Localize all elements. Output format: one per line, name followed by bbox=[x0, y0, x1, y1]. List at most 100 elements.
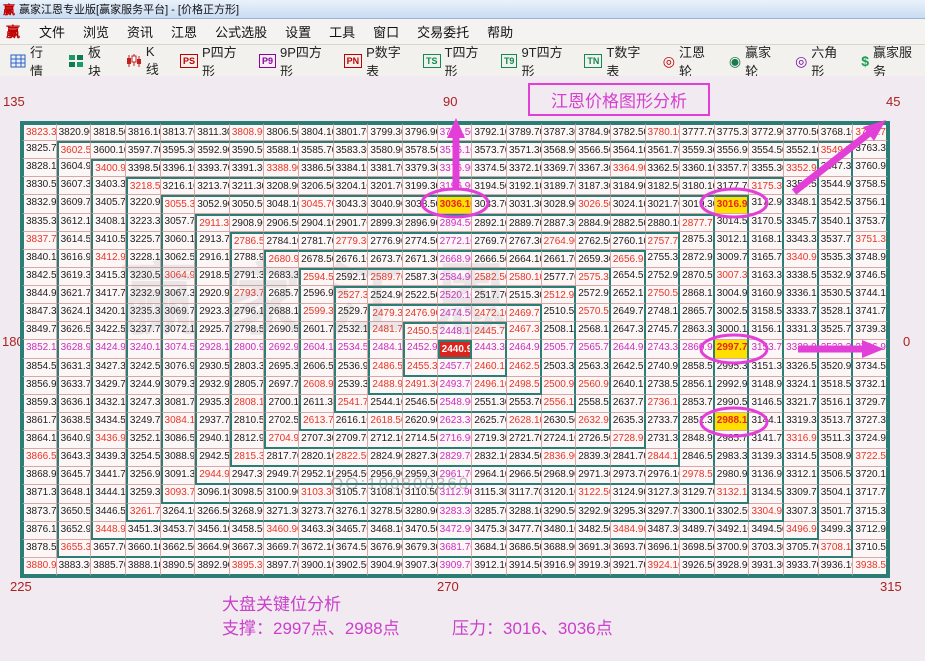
grid-cell: 3345.70 bbox=[784, 214, 819, 232]
grid-cell: 3472.90 bbox=[438, 522, 473, 540]
grid-cell: 3566.50 bbox=[576, 141, 611, 159]
grid-cell: 2913.70 bbox=[195, 232, 230, 250]
grid-cell: 2700.10 bbox=[264, 395, 299, 413]
grid-cell: 3132.10 bbox=[715, 485, 750, 503]
grid-cell: 2904.10 bbox=[299, 214, 334, 232]
grid-cell: 3115.30 bbox=[472, 485, 507, 503]
grid-cell: 3242.50 bbox=[126, 359, 161, 377]
grid-cell: 3643.30 bbox=[57, 449, 92, 467]
grid-cell: 3662.50 bbox=[161, 540, 196, 558]
grid-cell: 3446.50 bbox=[91, 504, 126, 522]
grid-cell: 3782.50 bbox=[611, 123, 646, 141]
grid-cell: 2750.50 bbox=[646, 286, 681, 304]
grid-cell: 3364.90 bbox=[611, 159, 646, 177]
grid-cell: 3180.10 bbox=[680, 177, 715, 195]
grid-cell: 2932.90 bbox=[195, 377, 230, 395]
grid-cell: 2481.70 bbox=[368, 322, 403, 340]
grid-cell: 2793.70 bbox=[230, 286, 265, 304]
grid-cell: 3494.50 bbox=[749, 522, 784, 540]
grid-cell: 3225.70 bbox=[126, 232, 161, 250]
grid-cell: 2443.30 bbox=[472, 340, 507, 358]
grid-cell: 3146.50 bbox=[749, 395, 784, 413]
grid-cell: 2462.50 bbox=[507, 359, 542, 377]
grid-cell: 2673.70 bbox=[368, 250, 403, 268]
grid-cell: 3216.10 bbox=[161, 177, 196, 195]
grid-cell: 2503.30 bbox=[542, 359, 577, 377]
grid-cell: 3240.10 bbox=[126, 340, 161, 358]
angle-label-135: 135 bbox=[3, 94, 25, 109]
grid-cell: 3477.70 bbox=[507, 522, 542, 540]
grid-cell: 2877.70 bbox=[680, 214, 715, 232]
grid-cell: 3232.90 bbox=[126, 286, 161, 304]
grid-cell: 2484.10 bbox=[368, 340, 403, 358]
grid-cell: 3252.10 bbox=[126, 431, 161, 449]
grid-cell: 2457.70 bbox=[438, 359, 473, 377]
grid-cell: 3619.30 bbox=[57, 268, 92, 286]
grid-cell: 3775.30 bbox=[715, 123, 750, 141]
grid-cell: 3592.90 bbox=[195, 141, 230, 159]
grid-cell: 2762.50 bbox=[576, 232, 611, 250]
toolbar-label-hexagon: 六角形 bbox=[811, 42, 844, 80]
grid-cell: 3184.90 bbox=[611, 177, 646, 195]
grid-cell: 2940.10 bbox=[195, 431, 230, 449]
grid-cell: 3266.50 bbox=[195, 504, 230, 522]
grid-cell: 2640.10 bbox=[611, 377, 646, 395]
grid-cell: 3398.50 bbox=[126, 159, 161, 177]
grid-cell: 2882.50 bbox=[611, 214, 646, 232]
grid-cell: 2599.30 bbox=[299, 304, 334, 322]
grid-cell: 3256.90 bbox=[126, 467, 161, 485]
grid-cell: 3645.70 bbox=[57, 467, 92, 485]
grid-cell: 3040.90 bbox=[368, 195, 403, 213]
grid-cell: 2798.50 bbox=[230, 322, 265, 340]
grid-cell: 3369.70 bbox=[542, 159, 577, 177]
grid-cell: 2872.90 bbox=[680, 250, 715, 268]
grid-cell: 2517.70 bbox=[472, 286, 507, 304]
grid-cell: 3206.50 bbox=[299, 177, 334, 195]
grid-cell: 3484.90 bbox=[611, 522, 646, 540]
grid-cell: 3722.50 bbox=[853, 449, 888, 467]
grid-cell: 3384.10 bbox=[334, 159, 369, 177]
grid-cell: 3823.30 bbox=[22, 123, 57, 141]
grid-cell: 3916.90 bbox=[542, 558, 577, 576]
highlighted-cell: 2988.10 bbox=[715, 413, 750, 431]
grid-cell: 3060.10 bbox=[161, 232, 196, 250]
grid-cell: 2649.70 bbox=[611, 304, 646, 322]
grid-cell: 2901.70 bbox=[334, 214, 369, 232]
grid-cell: 2839.30 bbox=[576, 449, 611, 467]
grid-cell: 3842.50 bbox=[22, 268, 57, 286]
grid-cell: 3732.10 bbox=[853, 377, 888, 395]
grid-cell: 2803.30 bbox=[230, 359, 265, 377]
grid-cell: 2956.90 bbox=[368, 467, 403, 485]
grid-cell: 3192.10 bbox=[507, 177, 542, 195]
grid-cell: 3700.90 bbox=[715, 540, 750, 558]
grid-cell: 3844.90 bbox=[22, 286, 57, 304]
grid-cell: 2738.50 bbox=[646, 377, 681, 395]
grid-cell: 2764.90 bbox=[542, 232, 577, 250]
pressure-note: 压力：3016、3036点 bbox=[452, 614, 613, 639]
grid-cell: 3652.90 bbox=[57, 522, 92, 540]
grid-cell: 3271.30 bbox=[264, 504, 299, 522]
grid-cell: 2748.10 bbox=[646, 304, 681, 322]
grid-cell: 2889.70 bbox=[507, 214, 542, 232]
grid-cell: 3000.10 bbox=[715, 322, 750, 340]
grid-cell: 2954.50 bbox=[334, 467, 369, 485]
grid-cell: 3664.90 bbox=[195, 540, 230, 558]
grid-cell: 3410.50 bbox=[91, 232, 126, 250]
grid-cell: 3931.30 bbox=[749, 558, 784, 576]
grid-cell: 3544.90 bbox=[819, 177, 854, 195]
grid-cell: 3295.30 bbox=[611, 504, 646, 522]
grid-cell: 3904.90 bbox=[368, 558, 403, 576]
grid-cell: 3088.90 bbox=[161, 449, 196, 467]
grid-cell: 3864.10 bbox=[22, 431, 57, 449]
grid-cell: 3830.50 bbox=[22, 177, 57, 195]
grid-cell: 2450.50 bbox=[403, 322, 438, 340]
grid-cell: 3772.90 bbox=[749, 123, 784, 141]
grid-cell: 3276.10 bbox=[334, 504, 369, 522]
grid-cell: 3804.10 bbox=[299, 123, 334, 141]
grid-cell: 3451.30 bbox=[126, 522, 161, 540]
grid-cell: 3403.30 bbox=[91, 177, 126, 195]
grid-cell: 3223.30 bbox=[126, 214, 161, 232]
grid-cell: 2623.30 bbox=[438, 413, 473, 431]
grid-cell: 3391.30 bbox=[230, 159, 265, 177]
grid-cell: 3787.30 bbox=[542, 123, 577, 141]
